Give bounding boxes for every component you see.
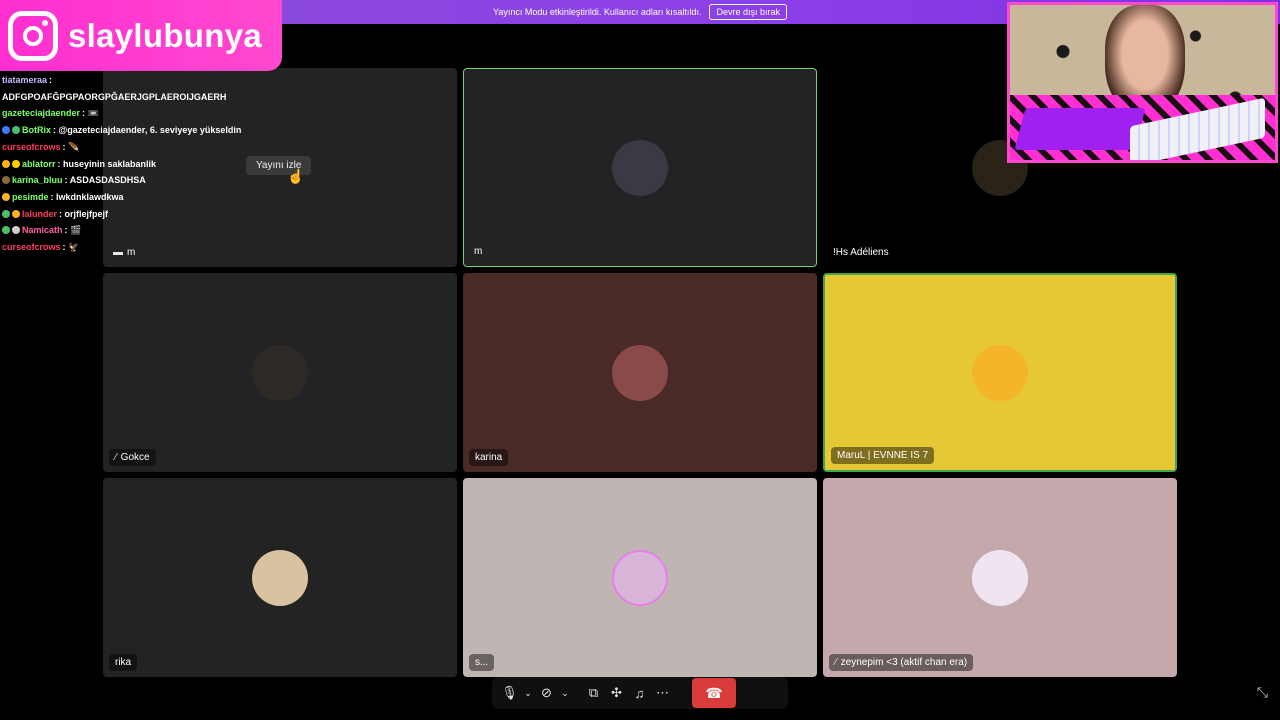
chat-message: curseofcrows: 🪶 [2,139,262,156]
tile-name-tag: m [468,243,488,260]
chat-badge-icon [12,159,20,168]
chat-badge-icon [2,126,10,135]
tile-name: s... [475,657,489,668]
tile-name: karina [475,452,503,463]
chat-message: BotRix: @gazeteciajdaender, 6. seviyeye … [2,122,262,139]
avatar [972,344,1028,401]
chevron-down-icon[interactable]: ⌄ [521,682,535,705]
chat-username[interactable]: Namicath [22,225,63,235]
chat-badge-icon [2,209,10,218]
chat-username[interactable]: ablatorr [22,159,56,169]
chat-text: 🦅 [68,242,80,253]
call-controls: 🎙 ⌄ ⊘ ⌄ ⧉ ✣ ♫ ⋯ ☎ [492,677,788,709]
tile-name-tag: !Hs Adéliens [827,244,895,261]
activities-icon[interactable]: ✣ [605,682,628,705]
instagram-overlay: slaylubunya [0,0,282,71]
tile-name-tag: ⁄ Gokce [109,449,156,466]
chat-message: Namicath: 🎬 [2,222,262,239]
streamer-mode-text: Yayıncı Modu etkinleştirildi. Kullanıcı … [493,7,702,17]
video-tile[interactable]: ⁄ Gokce [103,273,457,472]
chat-username[interactable]: BotRix [22,125,51,135]
camera-off-icon[interactable]: ⊘ [535,682,558,705]
more-icon[interactable]: ⋯ [651,682,674,705]
chat-username[interactable]: gazeteciajdaender [2,108,80,118]
chat-message: lalunder: orjflejfpejf [2,206,262,223]
chat-text: 📼 [87,108,99,119]
chat-username[interactable]: karina_bluu [12,175,63,185]
chat-badge-icon [12,226,20,235]
chat-badge-icon [2,226,10,235]
chat-message: tiatameraa: [2,72,262,89]
mic-muted-icon: ⁄ [115,452,117,463]
chat-text: ADFGPOAFĞPGPAORGPĞAERJGPLAEROIJGAERH [2,91,227,102]
soundboard-icon[interactable]: ♫ [628,682,651,705]
webcam-overlay [1007,2,1278,163]
chat-text: @gazeteciajdaender, 6. seviyeye yükseldi… [58,125,242,136]
screen-share-icon[interactable]: ⧉ [582,682,605,705]
avatar [612,344,668,401]
tile-name: zeynepim <3 (aktif chan era) [840,657,968,668]
chat-text: huseyinin saklabanlik [63,158,157,169]
disable-streamer-mode-button[interactable]: Devre dışı bırak [709,4,787,20]
chat-badge-icon [12,126,20,135]
divider [572,682,582,705]
chat-text: 🎬 [70,225,82,236]
instagram-handle: slaylubunya [68,16,263,54]
chevron-down-icon[interactable]: ⌄ [558,682,572,705]
chat-username[interactable]: tiatameraa [2,75,47,85]
tile-name-tag: MaruL | EVNNE IS 7 [831,447,935,464]
chat-badge-icon [12,209,20,218]
chat-overlay: tiatameraa: ADFGPOAFĞPGPAORGPĞAERJGPLAER… [2,72,262,256]
chat-username[interactable]: lalunder [22,209,57,219]
video-tile[interactable]: s... [463,478,817,677]
phone-hangup-icon: ☎ [705,684,723,701]
mic-muted-icon: ⁄ [835,657,837,668]
chat-badge-icon [2,159,10,168]
chat-text: ASDASDASDHSA [69,175,146,186]
tile-name: m [474,246,483,257]
video-tile[interactable]: rika [103,478,457,677]
chat-username[interactable]: curseofcrows [2,142,61,152]
hand-cursor-icon: ☝ [287,168,305,184]
video-tile[interactable]: MaruL | EVNNE IS 7 [823,273,1177,472]
avatar [612,549,668,606]
avatar [972,549,1028,606]
tile-name: MaruL | EVNNE IS 7 [837,450,929,461]
tile-name-tag: karina [469,449,509,466]
chat-badge-icon [2,192,10,201]
chat-badge-icon [2,176,10,185]
tile-name: Gokce [120,452,150,463]
avatar [252,549,308,606]
chat-text: lwkdnklawdkwa [56,191,124,202]
chat-username[interactable]: pesimde [12,192,49,202]
tile-name: !Hs Adéliens [833,247,889,258]
mousepad [1014,108,1146,150]
disconnect-button[interactable]: ☎ [692,678,736,708]
video-tile[interactable]: karina [463,273,817,472]
video-tile[interactable]: ⁄ zeynepim <3 (aktif chan era) [823,478,1177,677]
instagram-icon [8,10,58,61]
avatar [252,344,308,401]
tile-name-tag: ⁄ zeynepim <3 (aktif chan era) [829,654,974,671]
mic-icon[interactable]: 🎙 [498,682,521,705]
chat-text: 🪶 [68,141,80,152]
avatar [612,139,668,196]
tile-name-tag: rika [109,654,138,671]
chat-message: curseofcrows: 🦅 [2,239,262,256]
chat-message: ablatorr: huseyinin saklabanlik [2,156,262,173]
tile-name: rika [115,657,132,668]
video-tile[interactable]: m [463,68,817,267]
chat-message: karina_bluu: ASDASDASDHSA [2,172,262,189]
chat-username[interactable]: curseofcrows [2,242,61,252]
chat-separator: : [49,75,53,85]
chat-message: ADFGPOAFĞPGPAORGPĞAERJGPLAEROIJGAERH [2,89,262,106]
chat-text: orjflejfpejf [64,208,109,219]
chat-message: gazeteciajdaender: 📼 [2,105,262,122]
chat-message: pesimde: lwkdnklawdkwa [2,189,262,206]
exit-fullscreen-icon[interactable]: ⤡ [1257,684,1268,701]
tile-name-tag: s... [469,654,495,671]
